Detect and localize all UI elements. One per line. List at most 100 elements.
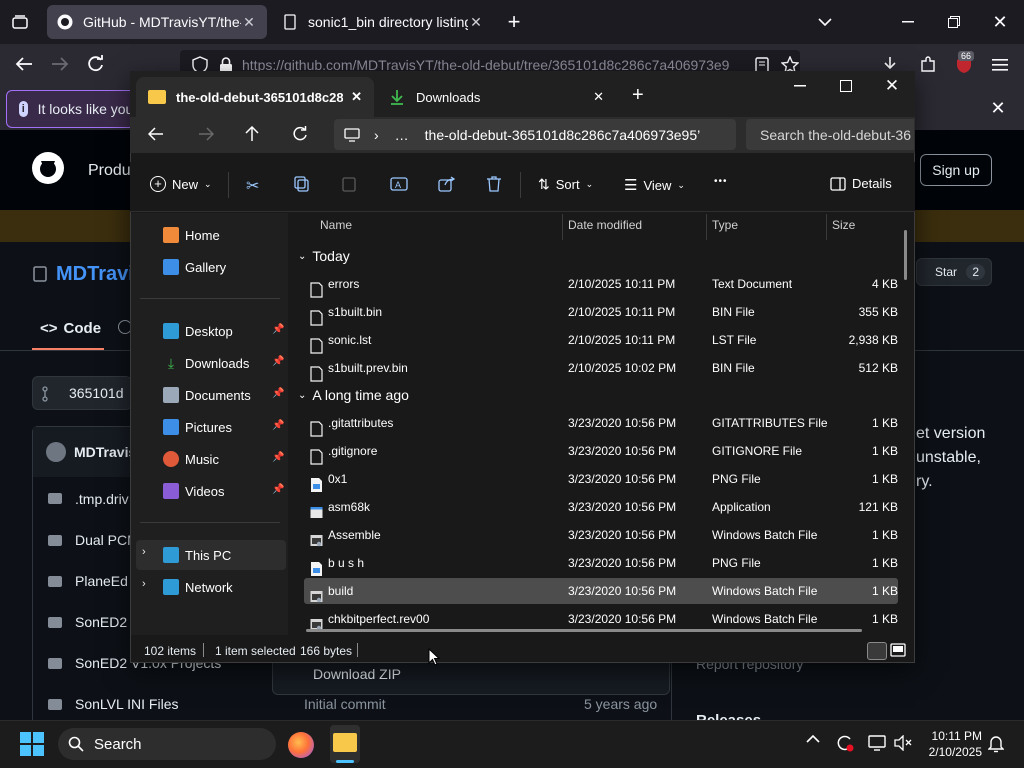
file-row[interactable]: errors 2/10/2025 10:11 PM Text Document 4 K… [304, 271, 898, 298]
pin-icon[interactable]: 📌 [272, 484, 284, 495]
new-button[interactable]: + New ⌄ [150, 176, 212, 192]
view-button[interactable]: ☰ View ⌄ [624, 176, 685, 194]
volume-muted-icon[interactable] [894, 735, 912, 751]
column-divider[interactable] [826, 214, 827, 240]
delete-button[interactable] [486, 176, 502, 192]
monitor-icon[interactable] [868, 735, 886, 751]
maximize-icon[interactable] [834, 74, 858, 98]
column-divider[interactable] [706, 214, 707, 240]
refresh-icon[interactable] [288, 122, 312, 146]
paste-button[interactable] [342, 176, 356, 192]
sort-button[interactable]: ⇅ Sort ⌄ [538, 176, 593, 193]
cut-button[interactable]: ✂ [246, 176, 259, 196]
close-tab-icon[interactable]: ✕ [468, 14, 484, 31]
close-tab-icon[interactable]: ✕ [593, 89, 604, 105]
windows-start-icon[interactable] [20, 732, 44, 756]
close-window-icon[interactable]: ✕ [988, 10, 1012, 34]
file-row[interactable]: s1built.bin 2/10/2025 10:11 PM BIN File 355… [304, 299, 898, 326]
share-button[interactable] [438, 176, 456, 192]
tab-list-icon[interactable] [8, 10, 32, 34]
file-explorer-icon[interactable] [333, 733, 357, 752]
nav-item-downloads[interactable]: ⤓ Downloads [163, 350, 249, 376]
expand-chevron-icon[interactable]: › [142, 578, 146, 590]
reload-icon[interactable] [84, 52, 108, 76]
file-row[interactable]: .gitignore 3/23/2020 10:56 PM GITIGNORE Fi… [304, 438, 898, 465]
github-nav-product[interactable]: Produ [88, 162, 131, 180]
minimize-icon[interactable] [788, 74, 812, 98]
rename-button[interactable]: A [390, 176, 408, 192]
nav-item-home[interactable]: Home [163, 222, 220, 248]
pin-icon[interactable]: 📌 [272, 452, 284, 463]
notification-bell-icon[interactable] [988, 735, 1004, 753]
details-pane-button[interactable]: Details [830, 176, 892, 191]
sync-icon[interactable] [836, 734, 854, 752]
file-row[interactable]: asm68k 3/23/2020 10:56 PM Application 121 K… [304, 494, 898, 520]
restore-icon[interactable] [942, 10, 966, 34]
more-options-button[interactable]: ••• [714, 176, 728, 187]
file-row[interactable]: Assemble 3/23/2020 10:56 PM Windows Batch … [304, 522, 898, 548]
dismiss-notification-icon[interactable]: ✕ [986, 96, 1010, 120]
nav-item-network[interactable]: Network [163, 574, 233, 600]
explorer-tab-repo[interactable]: the-old-debut-365101d8c286c ✕ [136, 77, 374, 117]
extensions-icon[interactable] [916, 53, 940, 77]
repo-file-link[interactable]: SonED2 I [75, 614, 135, 630]
column-header-size[interactable]: Size [832, 218, 855, 232]
taskbar-clock[interactable]: 10:11 PM 2/10/2025 [918, 728, 982, 760]
avatar[interactable] [46, 442, 66, 462]
pin-icon[interactable]: 📌 [272, 324, 284, 335]
file-row[interactable]: sonic.lst 2/10/2025 10:11 PM LST File 2,938… [304, 327, 898, 354]
commit-message[interactable]: Initial commit [304, 696, 386, 712]
repo-file-link[interactable]: PlaneEd I [75, 573, 136, 589]
group-header-long-ago[interactable]: ⌄ A long time ago [298, 387, 409, 403]
nav-item-desktop[interactable]: Desktop [163, 318, 233, 344]
browser-tab-github[interactable]: GitHub - MDTravisYT/the-old-debut ✕ [47, 5, 267, 39]
chevron-up-icon[interactable] [806, 734, 820, 744]
vertical-scrollbar[interactable] [904, 230, 907, 280]
pin-icon[interactable]: 📌 [272, 388, 284, 399]
sign-up-button[interactable]: Sign up [920, 154, 992, 186]
chevron-down-icon[interactable] [813, 10, 837, 34]
column-header-date[interactable]: Date modified [568, 218, 642, 232]
taskbar-search-box[interactable]: Search [58, 728, 276, 760]
file-row[interactable]: build 3/23/2020 10:56 PM Windows Batch Fil… [304, 578, 898, 604]
column-divider[interactable] [562, 214, 563, 240]
horizontal-scrollbar[interactable] [306, 629, 862, 632]
up-arrow-icon[interactable] [240, 122, 264, 146]
forward-arrow-icon[interactable] [194, 122, 218, 146]
tab-code[interactable]: <> Code [40, 320, 101, 337]
group-header-today[interactable]: ⌄ Today [298, 248, 350, 264]
file-row[interactable]: b u s h 3/23/2020 10:56 PM PNG File 1 KB [304, 550, 898, 576]
back-arrow-icon[interactable] [144, 122, 168, 146]
star-button[interactable]: Star 2 [916, 258, 992, 286]
file-row[interactable]: 0x1 3/23/2020 10:56 PM PNG File 1 KB [304, 466, 898, 492]
expand-chevron-icon[interactable]: › [142, 546, 146, 558]
forward-arrow-icon[interactable] [48, 52, 72, 76]
hamburger-menu-icon[interactable] [988, 53, 1012, 77]
repo-file-link[interactable]: .tmp.driv [75, 491, 129, 507]
browser-tab-sonic-listing[interactable]: sonic1_bin directory listing ✕ [272, 5, 494, 39]
breadcrumb-current-folder[interactable]: the-old-debut-365101d8c286c7a406973e95’ [425, 127, 701, 143]
column-header-name[interactable]: Name [320, 218, 352, 232]
new-tab-icon[interactable]: + [502, 9, 526, 34]
details-view-toggle-icon[interactable] [867, 642, 887, 660]
chevron-right-icon[interactable]: › [374, 127, 379, 143]
github-logo-icon[interactable] [32, 152, 64, 184]
column-header-type[interactable]: Type [712, 218, 738, 232]
close-tab-icon[interactable]: ✕ [351, 89, 362, 105]
nav-item-gallery[interactable]: Gallery [163, 254, 226, 280]
back-arrow-icon[interactable] [12, 52, 36, 76]
explorer-tab-downloads[interactable]: Downloads ✕ [378, 77, 616, 117]
breadcrumb-overflow[interactable]: … [395, 127, 409, 143]
close-window-icon[interactable]: ✕ [880, 74, 904, 98]
repo-file-link[interactable]: SonLVL INI Files [75, 696, 179, 712]
explorer-search-input[interactable]: Search the-old-debut-36 [746, 119, 914, 150]
close-tab-icon[interactable]: ✕ [241, 14, 257, 31]
nav-item-pictures[interactable]: Pictures [163, 414, 232, 440]
file-row[interactable]: s1built.prev.bin 2/10/2025 10:02 PM BIN Fi… [304, 355, 898, 382]
nav-item-this-pc[interactable]: This PC [163, 542, 231, 568]
pin-icon[interactable]: 📌 [272, 420, 284, 431]
file-row[interactable]: .gitattributes 3/23/2020 10:56 PM GITATTRI… [304, 410, 898, 437]
nav-item-videos[interactable]: Videos [163, 478, 225, 504]
minimize-icon[interactable] [896, 10, 920, 34]
nav-item-documents[interactable]: Documents [163, 382, 251, 408]
